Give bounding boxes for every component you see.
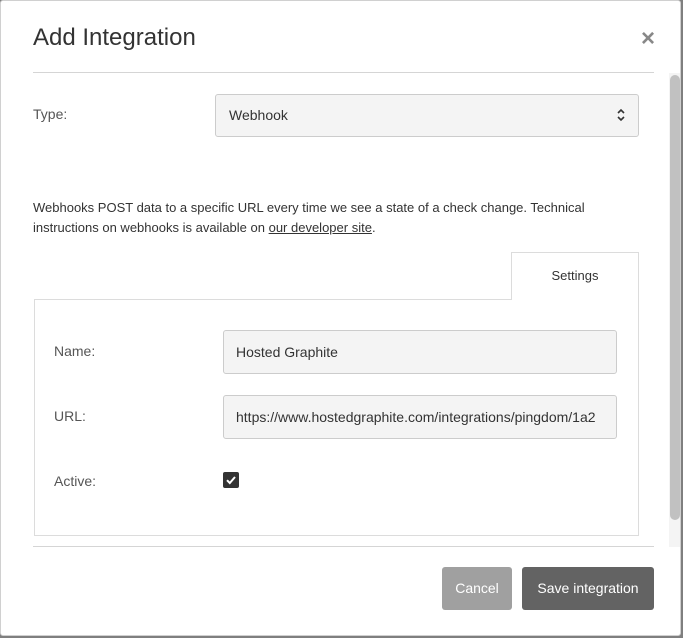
url-label: URL:	[54, 408, 86, 424]
type-select-value: Webhook	[229, 107, 288, 123]
save-integration-button[interactable]: Save integration	[522, 567, 654, 610]
type-select[interactable]: Webhook	[215, 94, 639, 137]
footer-divider	[33, 546, 654, 547]
webhook-description: Webhooks POST data to a specific URL eve…	[33, 198, 633, 238]
add-integration-dialog: Add Integration × Type: Webhook Webhooks…	[0, 0, 681, 636]
type-label: Type:	[33, 106, 68, 122]
scrollbar-thumb[interactable]	[670, 75, 680, 520]
name-input[interactable]	[223, 330, 617, 374]
name-label: Name:	[54, 343, 96, 359]
active-checkbox[interactable]	[223, 472, 239, 488]
select-arrows-icon	[617, 108, 625, 122]
tab-settings[interactable]: Settings	[511, 252, 639, 300]
active-label: Active:	[54, 473, 97, 489]
url-input[interactable]	[223, 395, 617, 439]
cancel-button[interactable]: Cancel	[442, 567, 512, 610]
checkmark-icon	[226, 476, 236, 485]
description-end: .	[371, 220, 376, 235]
close-icon[interactable]: ×	[637, 27, 659, 51]
developer-site-link[interactable]: our developer site	[269, 220, 372, 235]
header-divider	[33, 72, 654, 73]
dialog-title: Add Integration	[33, 24, 196, 51]
